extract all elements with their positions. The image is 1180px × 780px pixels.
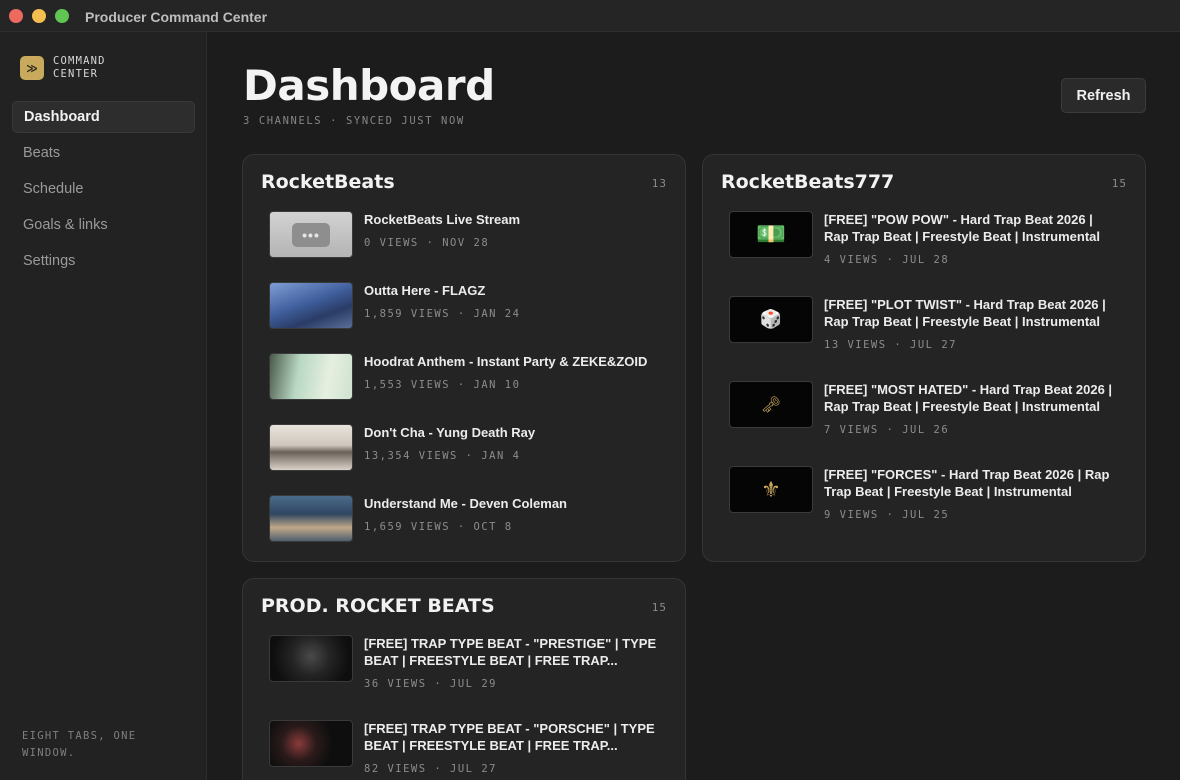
video-count: 15: [651, 601, 667, 614]
video-title: Hoodrat Anthem - Instant Party & ZEKE&ZO…: [364, 354, 648, 369]
refresh-button[interactable]: Refresh: [1061, 78, 1146, 113]
video-thumbnail: [269, 424, 353, 471]
dice-icon: 🎲: [759, 309, 783, 329]
video-meta: 4 VIEWS · JUL 28: [824, 254, 950, 266]
video-title: [FREE] TRAP TYPE BEAT - "PRESTIGE" | TYP…: [364, 636, 657, 668]
video-item[interactable]: Don't Cha - Yung Death Ray 13,354 VIEWS …: [269, 424, 669, 474]
zoom-window-button[interactable]: [55, 9, 69, 23]
video-thumbnail: ⚜: [729, 466, 813, 513]
burning-money-icon: 💵: [756, 221, 786, 248]
sidebar-footer: EIGHT TABS, ONE WINDOW.: [22, 730, 137, 759]
sidebar: ≫ COMMAND CENTER Dashboard Beats Schedul…: [0, 32, 207, 780]
channel-name: RocketBeats: [261, 171, 395, 193]
video-thumbnail: 🎲: [729, 296, 813, 343]
video-thumbnail: •••: [269, 211, 353, 258]
video-title: Understand Me - Deven Coleman: [364, 496, 567, 511]
channel-name: PROD. ROCKET BEATS: [261, 595, 495, 617]
channel-card-header: PROD. ROCKET BEATS 15: [261, 595, 667, 621]
video-title: [FREE] "MOST HATED" - Hard Trap Beat 202…: [824, 382, 1113, 414]
video-meta: 0 VIEWS · NOV 28: [364, 237, 490, 249]
channel-card-prod-rocket-beats: PROD. ROCKET BEATS 15 [FREE] TRAP TYPE B…: [242, 578, 686, 780]
video-title: [FREE] TRAP TYPE BEAT - "PORSCHE" | TYPE…: [364, 721, 655, 753]
video-item[interactable]: 🗝 [FREE] "MOST HATED" - Hard Trap Beat 2…: [729, 381, 1129, 441]
video-item[interactable]: [FREE] TRAP TYPE BEAT - "PORSCHE" | TYPE…: [269, 720, 669, 780]
video-count: 15: [1111, 177, 1127, 190]
video-meta: 1,659 VIEWS · OCT 8: [364, 521, 513, 533]
video-title: Don't Cha - Yung Death Ray: [364, 425, 536, 440]
sidebar-nav: Dashboard Beats Schedule Goals & links S…: [12, 101, 195, 281]
video-thumbnail: [269, 282, 353, 329]
video-meta: 13,354 VIEWS · JAN 4: [364, 450, 521, 462]
close-window-button[interactable]: [9, 9, 23, 23]
minimize-window-button[interactable]: [32, 9, 46, 23]
channel-card-rocketbeats: RocketBeats 13 ••• RocketBeats Live Stre…: [242, 154, 686, 562]
sidebar-item-beats[interactable]: Beats: [12, 137, 195, 169]
page-title: Dashboard: [243, 61, 495, 110]
gold-drip-icon: ⚜: [761, 476, 781, 502]
video-title: Outta Here - FLAGZ: [364, 283, 486, 298]
video-meta: 13 VIEWS · JUL 27: [824, 339, 957, 351]
channel-card-header: RocketBeats 13: [261, 171, 667, 197]
key-icon: 🗝: [760, 396, 782, 414]
video-item[interactable]: Outta Here - FLAGZ 1,859 VIEWS · JAN 24: [269, 282, 669, 332]
channel-card-header: RocketBeats777 15: [721, 171, 1127, 197]
video-thumbnail: 💵: [729, 211, 813, 258]
video-title: [FREE] "POW POW" - Hard Trap Beat 2026 |…: [824, 212, 1101, 244]
brand-name: COMMAND CENTER: [53, 55, 106, 80]
video-item[interactable]: Understand Me - Deven Coleman 1,659 VIEW…: [269, 495, 669, 545]
video-meta: 7 VIEWS · JUL 26: [824, 424, 950, 436]
window-titlebar: Producer Command Center: [0, 0, 1180, 32]
video-thumbnail: [269, 720, 353, 767]
video-title: RocketBeats Live Stream: [364, 212, 521, 227]
channel-name: RocketBeats777: [721, 171, 895, 193]
video-meta: 82 VIEWS · JUL 27: [364, 763, 497, 775]
video-title: [FREE] "PLOT TWIST" - Hard Trap Beat 202…: [824, 297, 1106, 329]
video-item[interactable]: 🎲 [FREE] "PLOT TWIST" - Hard Trap Beat 2…: [729, 296, 1129, 356]
main-content: Dashboard 3 CHANNELS · SYNCED JUST NOW R…: [208, 32, 1180, 780]
sidebar-item-goals-links[interactable]: Goals & links: [12, 209, 195, 241]
brand: ≫ COMMAND CENTER: [20, 55, 133, 81]
sidebar-item-schedule[interactable]: Schedule: [12, 173, 195, 205]
video-count: 13: [651, 177, 667, 190]
video-thumbnail: [269, 635, 353, 682]
video-item[interactable]: ••• RocketBeats Live Stream 0 VIEWS · NO…: [269, 211, 669, 261]
video-meta: 1,553 VIEWS · JAN 10: [364, 379, 521, 391]
video-thumbnail: 🗝: [729, 381, 813, 428]
more-dots-icon: •••: [292, 222, 330, 247]
fast-forward-icon: ≫: [20, 56, 44, 80]
window-title: Producer Command Center: [85, 9, 268, 25]
video-meta: 9 VIEWS · JUL 25: [824, 509, 950, 521]
sync-status: 3 CHANNELS · SYNCED JUST NOW: [243, 115, 465, 127]
sidebar-item-dashboard[interactable]: Dashboard: [12, 101, 195, 133]
video-thumbnail: [269, 495, 353, 542]
sidebar-item-settings[interactable]: Settings: [12, 245, 195, 277]
video-thumbnail: [269, 353, 353, 400]
video-item[interactable]: ⚜ [FREE] "FORCES" - Hard Trap Beat 2026 …: [729, 466, 1129, 526]
video-meta: 1,859 VIEWS · JAN 24: [364, 308, 521, 320]
video-item[interactable]: [FREE] TRAP TYPE BEAT - "PRESTIGE" | TYP…: [269, 635, 669, 695]
channel-card-rocketbeats777: RocketBeats777 15 💵 [FREE] "POW POW" - H…: [702, 154, 1146, 562]
video-meta: 36 VIEWS · JUL 29: [364, 678, 497, 690]
video-item[interactable]: Hoodrat Anthem - Instant Party & ZEKE&ZO…: [269, 353, 669, 403]
video-title: [FREE] "FORCES" - Hard Trap Beat 2026 | …: [824, 467, 1110, 499]
video-item[interactable]: 💵 [FREE] "POW POW" - Hard Trap Beat 2026…: [729, 211, 1129, 271]
